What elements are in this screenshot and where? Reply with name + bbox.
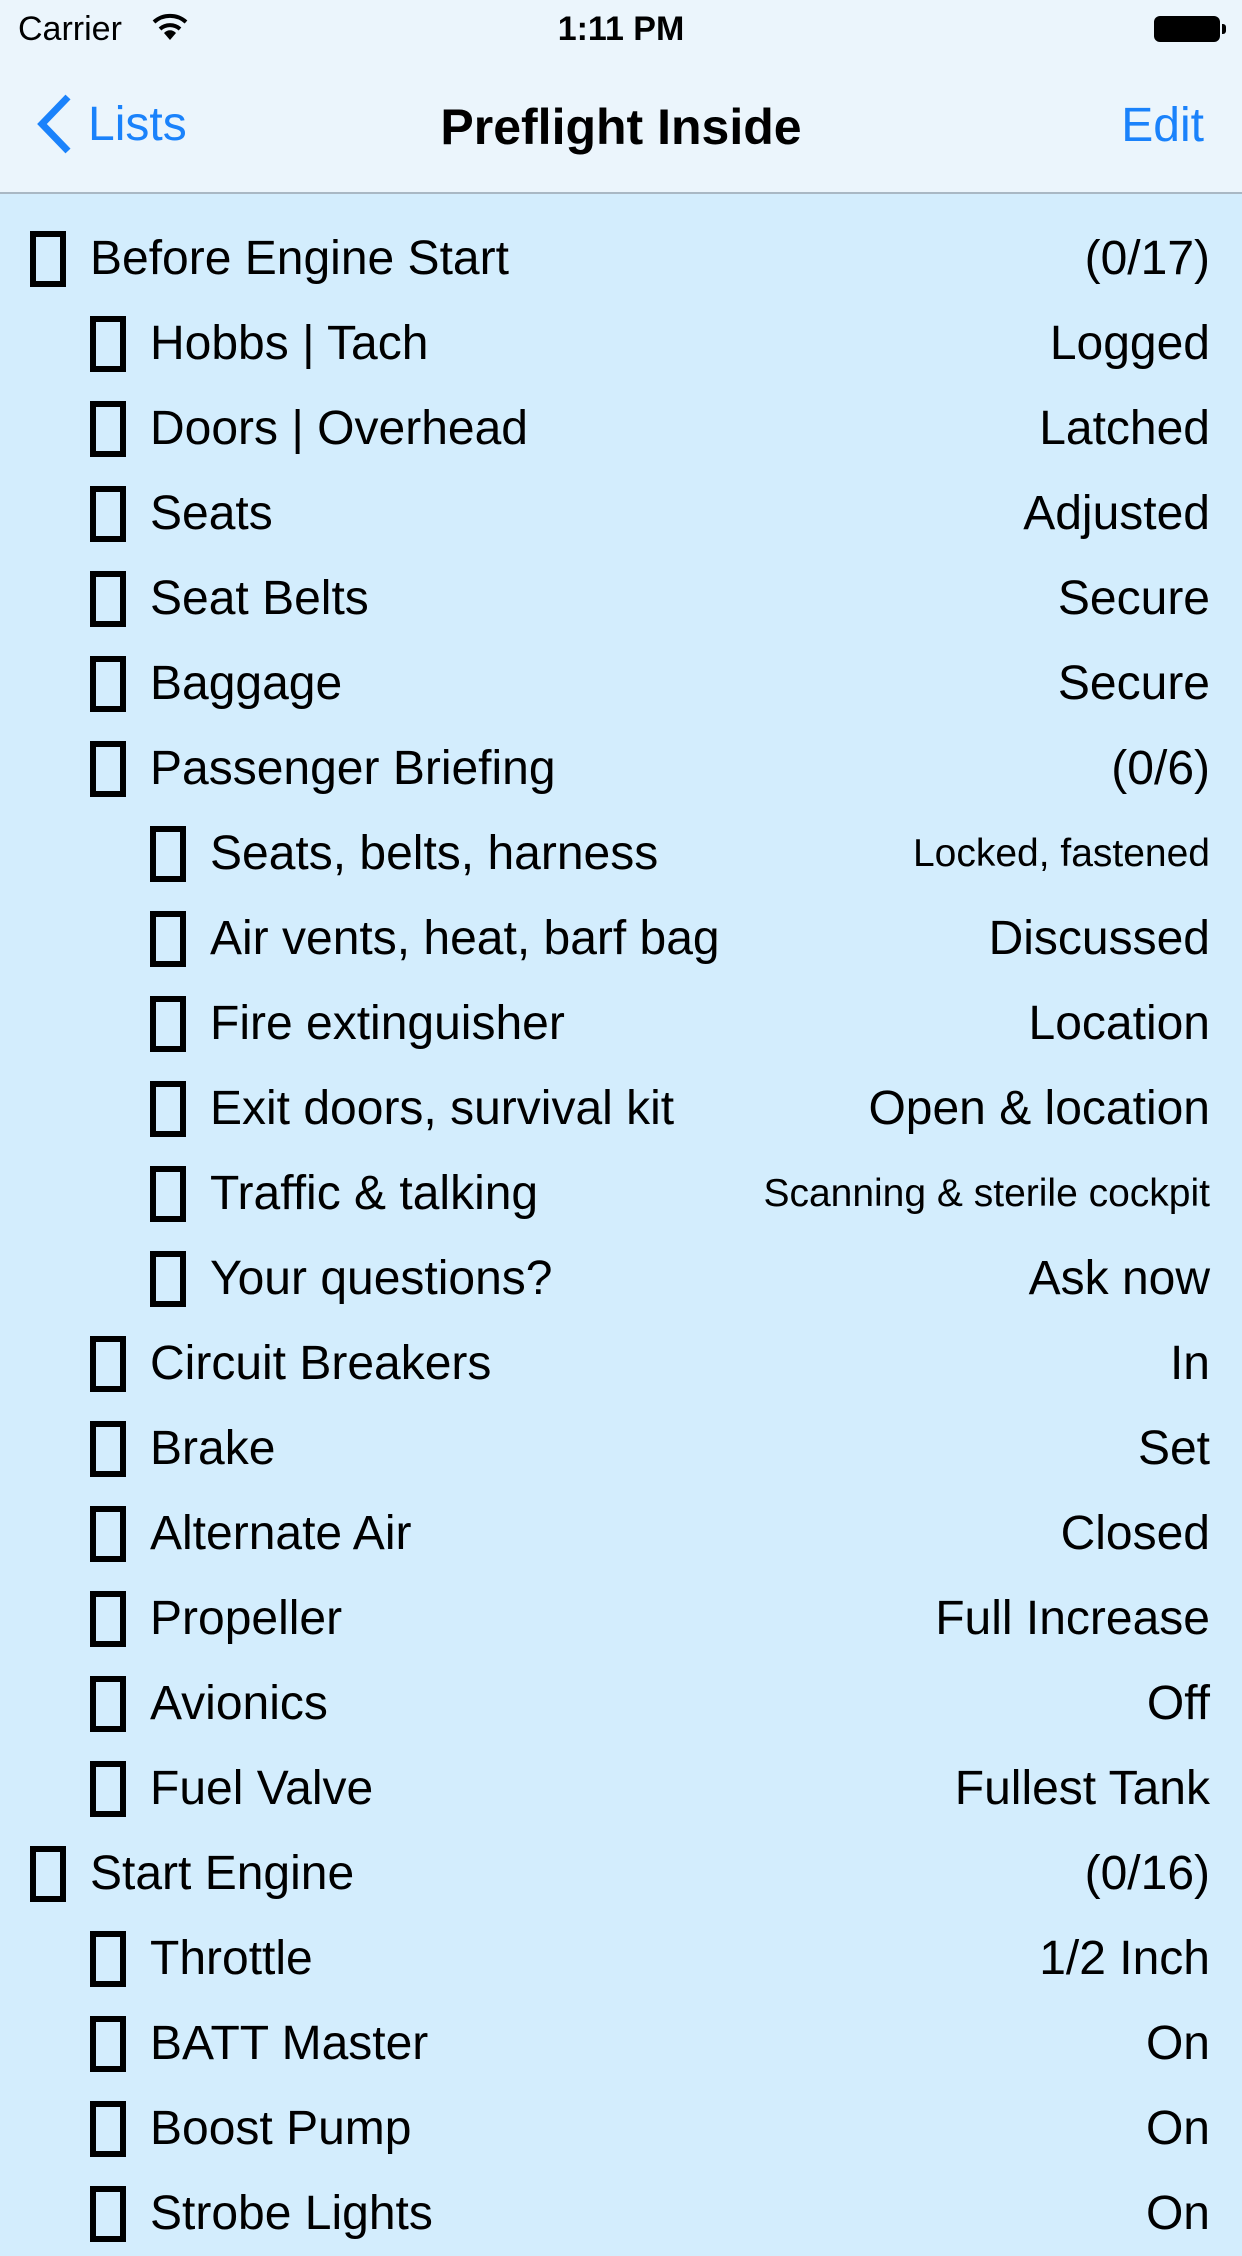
item-value: Location xyxy=(1028,997,1210,1050)
checkbox[interactable] xyxy=(150,1250,186,1307)
back-label: Lists xyxy=(88,97,187,151)
item-value: Discussed xyxy=(988,912,1210,965)
checkbox[interactable] xyxy=(90,1335,126,1392)
item-label: Brake xyxy=(150,1422,276,1475)
checkbox[interactable] xyxy=(150,910,186,967)
item-value: On xyxy=(1145,2017,1210,2070)
checklist-item[interactable]: Doors | Overhead Latched xyxy=(0,386,1242,471)
item-value: (0/16) xyxy=(1084,1847,1210,1900)
checkbox[interactable] xyxy=(150,825,186,882)
item-value: Closed xyxy=(1060,1507,1210,1560)
checklist-item[interactable]: Seat Belts Secure xyxy=(0,556,1242,641)
edit-button[interactable]: Edit xyxy=(1121,98,1204,153)
item-value: Secure xyxy=(1057,572,1210,625)
checkbox[interactable] xyxy=(90,1420,126,1477)
checklist-item[interactable]: Exit doors, survival kit Open & location xyxy=(0,1066,1242,1151)
item-value: Full Increase xyxy=(935,1592,1210,1645)
item-value: Adjusted xyxy=(1023,487,1210,540)
battery-icon xyxy=(1154,16,1226,42)
checkbox[interactable] xyxy=(150,1165,186,1222)
checklist-item[interactable]: Baggage Secure xyxy=(0,641,1242,726)
item-value: Latched xyxy=(1039,402,1210,455)
item-value: Fullest Tank xyxy=(954,1762,1210,1815)
checklist: Before Engine Start (0/17) Hobbs | Tach Log… xyxy=(0,216,1242,2256)
checkbox[interactable] xyxy=(90,2015,126,2072)
item-value: (0/6) xyxy=(1111,742,1210,795)
checklist-item[interactable]: Alternate Air Closed xyxy=(0,1491,1242,1576)
checkbox[interactable] xyxy=(90,1590,126,1647)
checklist-item[interactable]: Traffic & talking Scanning & sterile cock… xyxy=(0,1151,1242,1236)
item-value: 1/2 Inch xyxy=(1039,1932,1210,1985)
item-value: Locked, fastened xyxy=(912,831,1210,875)
item-value: Open & location xyxy=(868,1082,1210,1135)
checkbox[interactable] xyxy=(90,740,126,797)
item-label: Avionics xyxy=(150,1677,328,1730)
checklist-item[interactable]: Fire extinguisher Location xyxy=(0,981,1242,1066)
item-value: Set xyxy=(1137,1422,1210,1475)
checklist-item[interactable]: Seats Adjusted xyxy=(0,471,1242,556)
item-label: Before Engine Start xyxy=(90,232,509,285)
item-value: In xyxy=(1169,1337,1210,1390)
navigation-bar: Lists Preflight Inside Edit xyxy=(0,60,1242,192)
top-bar: Carrier 1:11 PM Lists Preflight Inside E… xyxy=(0,0,1242,194)
checklist-item[interactable]: Hobbs | Tach Logged xyxy=(0,301,1242,386)
status-bar: Carrier 1:11 PM xyxy=(0,0,1242,60)
item-label: Start Engine xyxy=(90,1847,355,1900)
checkbox[interactable] xyxy=(90,655,126,712)
item-value: Secure xyxy=(1057,657,1210,710)
checkbox[interactable] xyxy=(30,1845,66,1902)
item-label: Strobe Lights xyxy=(150,2187,433,2240)
item-value: On xyxy=(1145,2187,1210,2240)
checkbox[interactable] xyxy=(90,1930,126,1987)
checklist-item[interactable]: Fuel Valve Fullest Tank xyxy=(0,1746,1242,1831)
item-label: Passenger Briefing xyxy=(150,742,556,795)
checklist-item[interactable]: Throttle 1/2 Inch xyxy=(0,1916,1242,2001)
item-value: Logged xyxy=(1049,317,1210,370)
checkbox[interactable] xyxy=(90,315,126,372)
checkbox[interactable] xyxy=(30,230,66,287)
checkbox[interactable] xyxy=(90,1505,126,1562)
checklist-section[interactable]: Start Engine (0/16) xyxy=(0,1831,1242,1916)
checkbox[interactable] xyxy=(90,1675,126,1732)
checklist-item[interactable]: Passenger Briefing (0/6) xyxy=(0,726,1242,811)
item-label: Circuit Breakers xyxy=(150,1337,492,1390)
back-button[interactable]: Lists xyxy=(34,94,187,154)
checklist-item[interactable]: Your questions? Ask now xyxy=(0,1236,1242,1321)
checklist-item[interactable]: Air vents, heat, barf bag Discussed xyxy=(0,896,1242,981)
checklist-section[interactable]: Before Engine Start (0/17) xyxy=(0,216,1242,301)
checkbox[interactable] xyxy=(90,1760,126,1817)
checklist-item[interactable]: Brake Set xyxy=(0,1406,1242,1491)
item-value: Scanning & sterile cockpit xyxy=(763,1171,1210,1215)
checklist-item[interactable]: Seats, belts, harness Locked, fastened xyxy=(0,811,1242,896)
checkbox[interactable] xyxy=(90,570,126,627)
item-value: Off xyxy=(1146,1677,1210,1730)
checkbox[interactable] xyxy=(90,485,126,542)
item-value: On xyxy=(1145,2102,1210,2155)
item-value: (0/17) xyxy=(1084,232,1210,285)
checkbox[interactable] xyxy=(90,400,126,457)
checklist-item[interactable]: Propeller Full Increase xyxy=(0,1576,1242,1661)
chevron-left-icon xyxy=(37,94,71,154)
checklist-item[interactable]: Strobe Lights On xyxy=(0,2171,1242,2256)
checklist-item[interactable]: BATT Master On xyxy=(0,2001,1242,2086)
checkbox[interactable] xyxy=(150,995,186,1052)
checkbox[interactable] xyxy=(90,2185,126,2242)
checklist-item[interactable]: Boost Pump On xyxy=(0,2086,1242,2171)
checklist-item[interactable]: Avionics Off xyxy=(0,1661,1242,1746)
item-label: Boost Pump xyxy=(150,2102,412,2155)
checkbox[interactable] xyxy=(150,1080,186,1137)
item-value: Ask now xyxy=(1028,1252,1210,1305)
checkbox[interactable] xyxy=(90,2100,126,2157)
checklist-item[interactable]: Circuit Breakers In xyxy=(0,1321,1242,1406)
item-label: BATT Master xyxy=(150,2017,429,2070)
clock: 1:11 PM xyxy=(557,10,685,48)
